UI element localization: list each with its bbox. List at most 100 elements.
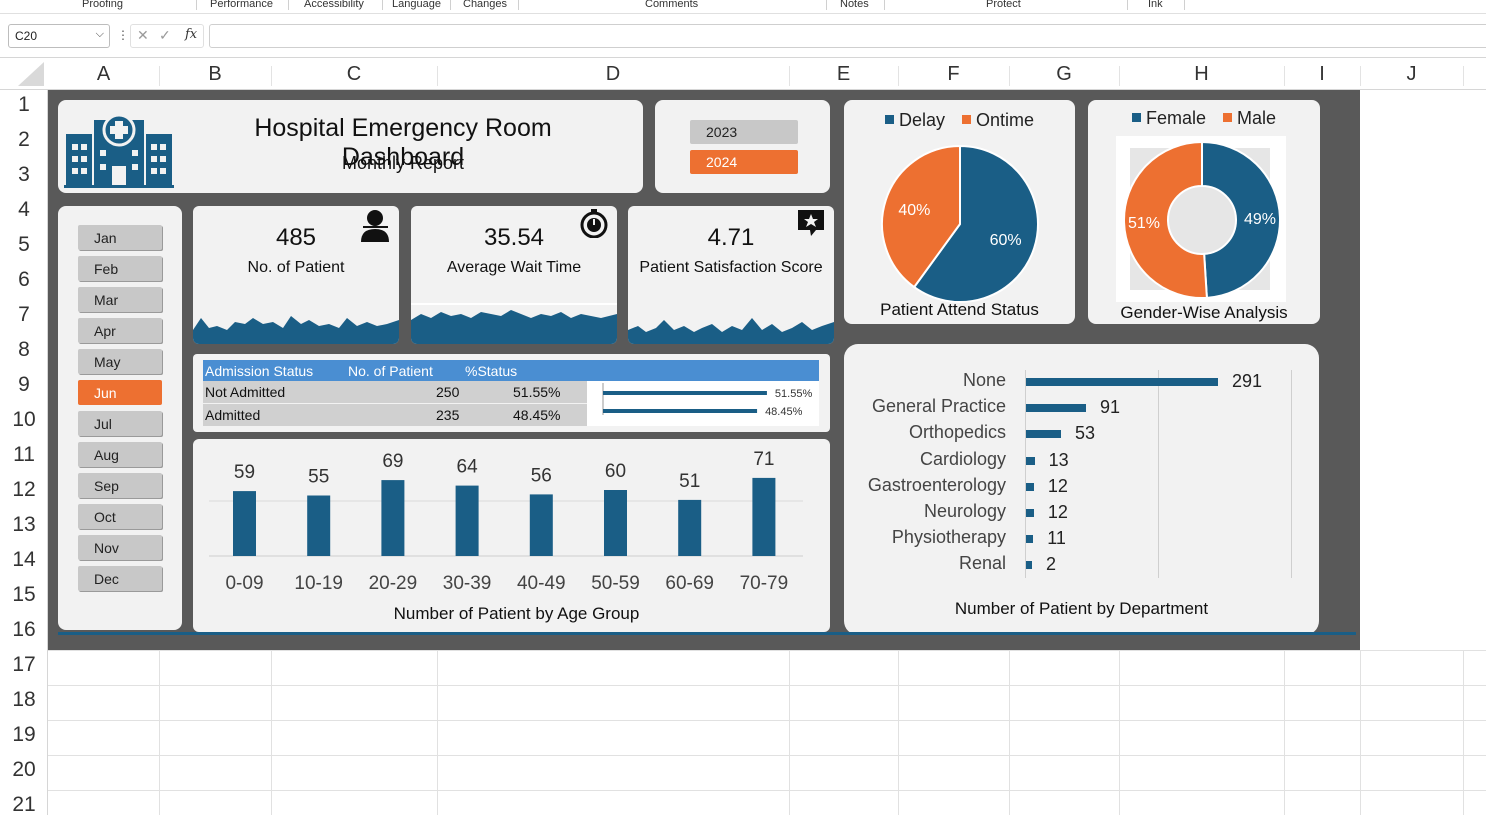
admission-databars: 51.55% 48.45% bbox=[587, 381, 819, 426]
kpi-value-satisfaction: 4.71 bbox=[707, 224, 755, 251]
month-button-may[interactable]: May bbox=[78, 349, 162, 374]
dept-bar bbox=[1026, 430, 1061, 439]
row-header-20[interactable]: 20 bbox=[0, 758, 48, 782]
age-tick-label: 60-69 bbox=[665, 573, 714, 594]
legend-male: Male bbox=[1237, 108, 1277, 128]
ribbon-accessibility[interactable]: Accessibility bbox=[304, 0, 364, 10]
month-button-jul[interactable]: Jul bbox=[78, 411, 162, 436]
dept-label: Physiotherapy bbox=[891, 527, 1006, 548]
dashboard: Hospital Emergency Room Dashboard Monthl… bbox=[48, 90, 1360, 650]
row-header-10[interactable]: 10 bbox=[0, 408, 48, 432]
more-options-icon[interactable]: ⋮ bbox=[117, 28, 129, 42]
confirm-icon[interactable]: ✓ bbox=[159, 27, 171, 44]
row-header-15[interactable]: 15 bbox=[0, 583, 48, 607]
kpi-value-wait-time: 35.54 bbox=[483, 224, 545, 251]
row-header-2[interactable]: 2 bbox=[0, 128, 48, 152]
select-all-button[interactable] bbox=[18, 62, 44, 86]
column-header-c[interactable]: C bbox=[271, 63, 437, 86]
age-bar-value: 60 bbox=[605, 461, 626, 482]
row-header-5[interactable]: 5 bbox=[0, 233, 48, 257]
month-slicer: Jan Feb Mar Apr May Jun Jul Aug Sep Oct … bbox=[58, 206, 182, 630]
row-header-8[interactable]: 8 bbox=[0, 338, 48, 362]
column-header-a[interactable]: A bbox=[48, 63, 159, 86]
kpi-label-wait-time: Average Wait Time bbox=[446, 259, 582, 276]
year-button-2023[interactable]: 2023 bbox=[690, 120, 798, 144]
month-button-feb[interactable]: Feb bbox=[78, 256, 162, 281]
ribbon-notes[interactable]: Notes bbox=[840, 0, 869, 10]
department-chart: None 291 General Practice 91 Orthopedics 53 Ca… bbox=[844, 344, 1319, 635]
ribbon-ink[interactable]: Ink bbox=[1148, 0, 1163, 10]
age-tick-label: 30-39 bbox=[443, 573, 492, 594]
column-header-f[interactable]: F bbox=[898, 63, 1009, 86]
row-header-11[interactable]: 11 bbox=[0, 443, 48, 467]
gender-chart: Female Male 49% 51% Gender-Wise Analysis bbox=[1088, 100, 1320, 324]
column-header-g[interactable]: G bbox=[1009, 63, 1119, 86]
age-tick-label: 70-79 bbox=[740, 573, 789, 594]
cancel-icon[interactable]: ✕ bbox=[137, 27, 149, 44]
dept-label: General Practice bbox=[871, 396, 1006, 417]
month-button-nov[interactable]: Nov bbox=[78, 535, 162, 560]
age-bar-value: 64 bbox=[457, 457, 479, 478]
dept-value: 91 bbox=[1100, 397, 1121, 418]
dept-bar bbox=[1026, 378, 1218, 386]
ribbon-changes[interactable]: Changes bbox=[463, 0, 507, 10]
ribbon-comments[interactable]: Comments bbox=[645, 0, 698, 10]
gender-chart-title: Gender-Wise Analysis bbox=[1120, 303, 1288, 322]
column-header-d[interactable]: D bbox=[437, 63, 789, 86]
formula-input[interactable] bbox=[209, 24, 1486, 48]
row-header-21[interactable]: 21 bbox=[0, 793, 48, 817]
year-button-2024[interactable]: 2024 bbox=[690, 150, 798, 174]
month-button-oct[interactable]: Oct bbox=[78, 504, 162, 529]
ribbon-language[interactable]: Language bbox=[392, 0, 441, 10]
ribbon-performance[interactable]: Performance bbox=[210, 0, 273, 10]
row-count: 235 bbox=[436, 407, 460, 423]
name-box-value: C20 bbox=[15, 29, 38, 43]
column-header-j[interactable]: J bbox=[1360, 63, 1463, 86]
month-button-mar[interactable]: Mar bbox=[78, 287, 162, 312]
row-header-14[interactable]: 14 bbox=[0, 548, 48, 572]
row-header-3[interactable]: 3 bbox=[0, 163, 48, 187]
dept-chart-title: Number of Patient by Department bbox=[954, 599, 1209, 618]
dept-value: 11 bbox=[1047, 528, 1066, 549]
row-header-16[interactable]: 16 bbox=[0, 618, 48, 642]
month-button-jan[interactable]: Jan bbox=[78, 225, 162, 250]
month-button-sep[interactable]: Sep bbox=[78, 473, 162, 498]
chevron-down-icon[interactable]: ⌵ bbox=[96, 28, 104, 41]
attend-pie: 60% 40% bbox=[881, 144, 1039, 303]
column-header-b[interactable]: B bbox=[159, 63, 271, 86]
ribbon-proofing[interactable]: Proofing bbox=[82, 0, 123, 10]
row-header-19[interactable]: 19 bbox=[0, 723, 48, 747]
ribbon-protect[interactable]: Protect bbox=[986, 0, 1021, 10]
month-button-dec[interactable]: Dec bbox=[78, 566, 162, 591]
age-tick-label: 40-49 bbox=[517, 573, 566, 594]
dashboard-subtitle: Monthly Report bbox=[341, 153, 465, 173]
row-status: Not Admitted bbox=[205, 384, 286, 400]
row-header-4[interactable]: 4 bbox=[0, 198, 48, 222]
age-bar-value: 51 bbox=[679, 471, 700, 492]
gender-legend: Female Male bbox=[1088, 108, 1320, 129]
column-header-i[interactable]: I bbox=[1284, 63, 1360, 86]
row-header-12[interactable]: 12 bbox=[0, 478, 48, 502]
row-header-9[interactable]: 9 bbox=[0, 373, 48, 397]
month-button-jun[interactable]: Jun bbox=[78, 380, 162, 405]
dept-value: 12 bbox=[1047, 502, 1068, 522]
column-header-e[interactable]: E bbox=[789, 63, 898, 86]
row-header-13[interactable]: 13 bbox=[0, 513, 48, 537]
gender-donut: 49% 51% bbox=[1123, 140, 1281, 299]
age-bar-value: 56 bbox=[531, 465, 552, 486]
name-box[interactable]: C20 ⌵ bbox=[8, 24, 110, 48]
month-button-aug[interactable]: Aug bbox=[78, 442, 162, 467]
dept-bar bbox=[1026, 482, 1034, 491]
dept-bar bbox=[1026, 456, 1035, 465]
month-button-apr[interactable]: Apr bbox=[78, 318, 162, 343]
column-header-h[interactable]: H bbox=[1119, 63, 1284, 86]
row-header-18[interactable]: 18 bbox=[0, 688, 48, 712]
row-header-7[interactable]: 7 bbox=[0, 303, 48, 327]
insert-function-icon[interactable]: fx bbox=[185, 27, 197, 42]
row-header-1[interactable]: 1 bbox=[0, 93, 48, 117]
row-header-17[interactable]: 17 bbox=[0, 653, 48, 677]
row-header-6[interactable]: 6 bbox=[0, 268, 48, 292]
attend-label-ontime: 40% bbox=[898, 202, 930, 219]
age-bar-10-19 bbox=[307, 495, 331, 556]
row-headers: 1 2 3 4 5 6 7 8 9 10 11 12 13 14 15 16 17 18 19 20 21 bbox=[0, 90, 48, 817]
